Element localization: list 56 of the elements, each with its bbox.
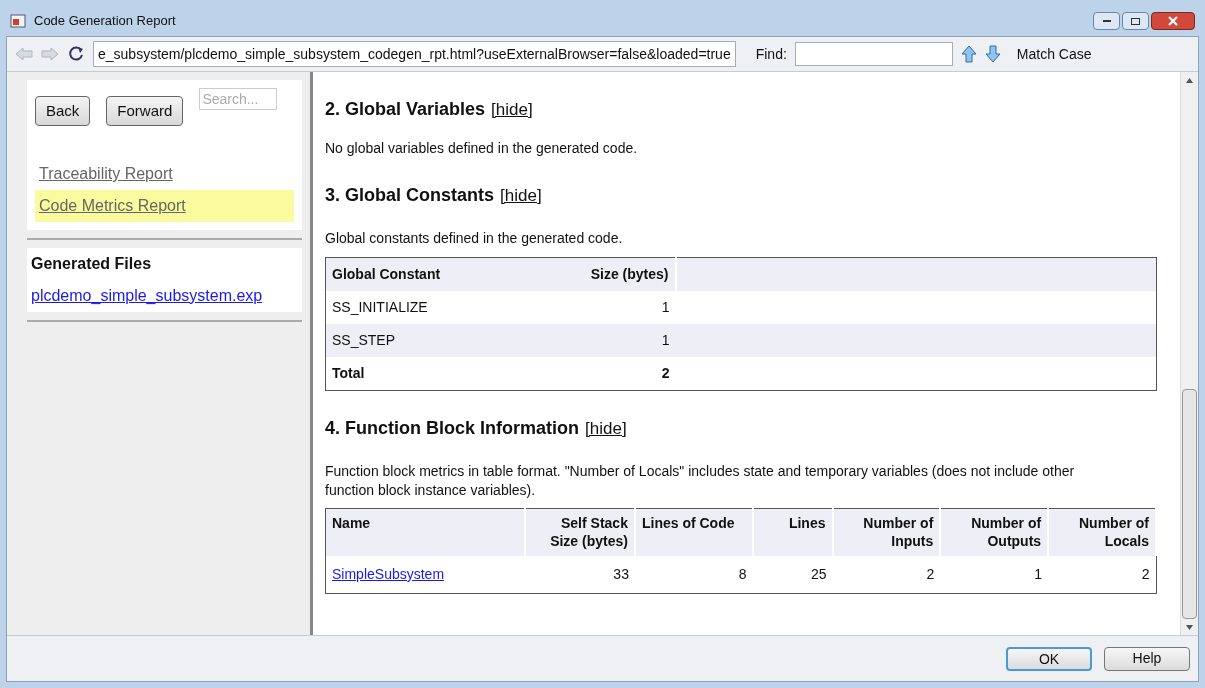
close-button[interactable]	[1151, 12, 1195, 30]
column-header: Name	[325, 508, 526, 556]
help-button[interactable]: Help	[1104, 646, 1190, 671]
find-label: Find:	[755, 44, 787, 64]
maximize-button[interactable]	[1122, 12, 1149, 30]
files-heading: Generated Files	[31, 254, 153, 274]
hide-link[interactable]: [hide]	[500, 183, 542, 209]
refresh-icon[interactable]	[67, 45, 85, 63]
scroll-up-icon[interactable]	[1186, 77, 1193, 83]
ok-button[interactable]: OK	[1006, 646, 1092, 671]
table-cell: 1	[555, 323, 676, 357]
column-header: Lines	[752, 508, 833, 556]
table-cell: 25	[752, 556, 833, 594]
column-header: Global Constant	[325, 257, 556, 291]
table-cell: SS_INITIALIZE	[325, 290, 556, 324]
table-cell: 33	[525, 556, 635, 594]
window-title: Code Generation Report	[34, 12, 176, 31]
close-icon	[1168, 16, 1178, 26]
find-field[interactable]	[794, 42, 953, 66]
table-cell: 2	[832, 556, 941, 594]
scrollbar[interactable]	[1180, 72, 1198, 635]
minimize-button[interactable]	[1093, 12, 1120, 30]
column-header: Number of Locals	[1048, 508, 1156, 556]
column-header: Self Stack Size (bytes)	[525, 508, 635, 556]
table-cell: 1	[940, 556, 1049, 594]
search-field[interactable]: Search...	[199, 88, 278, 110]
block-link[interactable]: SimpleSubsystem	[332, 566, 445, 582]
table-cell: Total	[325, 356, 556, 390]
section-heading: 4. Function Block Information	[325, 416, 579, 440]
down-arrow-icon[interactable]	[984, 45, 1001, 63]
hide-link[interactable]: [hide]	[491, 97, 533, 123]
hide-link[interactable]: [hide]	[585, 415, 627, 441]
section-description: Global constants defined in the generated code.	[325, 229, 624, 249]
address-field[interactable]: e_subsystem/plcdemo_simple_subsystem_codegen_rpt.html?useExternalBrowser=false&loaded=true	[93, 41, 736, 67]
column-header: Size (bytes)	[555, 257, 676, 291]
table-cell: 2	[1048, 556, 1156, 594]
forward-button[interactable]: Forward	[106, 96, 184, 126]
match-case-label[interactable]: Match Case	[1016, 43, 1092, 65]
back-button[interactable]: Back	[35, 96, 91, 126]
table-cell: 8	[634, 556, 753, 594]
column-header: Lines of Code	[634, 508, 753, 556]
table-cell: 2	[555, 356, 676, 390]
file-link[interactable]: plcdemo_simple_subsystem.exp	[31, 284, 298, 308]
table-cell: SS_STEP	[325, 323, 556, 357]
column-header: Number of Inputs	[832, 508, 941, 556]
section-heading: 2. Global Variables	[325, 98, 486, 121]
section-heading: 3. Global Constants	[325, 184, 495, 208]
section-description: Function block metrics in table format. "Number of Locals" includes state and temporary variables (does not include other function block instance variables).	[325, 461, 1076, 500]
report-link[interactable]: Code Metrics Report	[35, 190, 294, 222]
scroll-down-icon[interactable]	[1186, 624, 1193, 630]
up-arrow-icon[interactable]	[960, 45, 977, 63]
column-header: Number of Outputs	[940, 508, 1049, 556]
table-cell: 1	[555, 290, 676, 324]
app-icon	[10, 13, 26, 29]
report-link[interactable]: Traceability Report	[35, 158, 294, 190]
section-description: No global variables defined in the generated code.	[325, 139, 639, 158]
